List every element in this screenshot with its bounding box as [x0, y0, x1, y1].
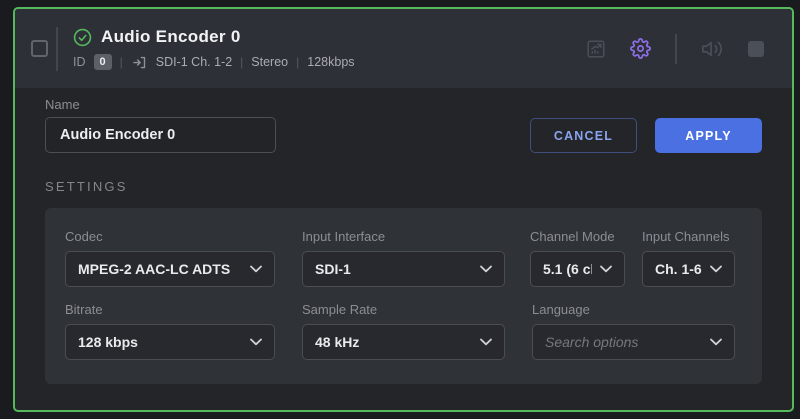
gear-icon[interactable]	[629, 38, 651, 60]
audio-encoder-card: Audio Encoder 0 ID 0 | SDI-1 Ch. 1-2 | S…	[13, 7, 794, 412]
field-sample-rate: Sample Rate 48 kHz	[302, 302, 505, 360]
meta-bitrate: 128kbps	[307, 55, 355, 69]
channel-mode-value: 5.1 (6 ch)	[543, 261, 592, 277]
actions-divider	[675, 33, 677, 64]
encoder-title: Audio Encoder 0	[101, 27, 241, 46]
input-channels-label: Input Channels	[642, 229, 730, 244]
select-checkbox[interactable]	[31, 40, 48, 57]
encoder-body: Name CANCEL APPLY SETTINGS Codec MPEG-2 …	[15, 88, 792, 384]
input-interface-label: Input Interface	[302, 229, 386, 244]
chevron-down-icon	[710, 338, 722, 346]
field-language: Language	[532, 302, 735, 360]
language-search-input[interactable]	[545, 334, 702, 350]
name-input[interactable]	[45, 117, 276, 153]
chevron-down-icon	[710, 265, 722, 273]
channel-mode-select[interactable]: 5.1 (6 ch)	[530, 251, 625, 287]
chart-stats-icon[interactable]	[585, 38, 607, 60]
field-input-channels: Input Channels Ch. 1-6	[642, 229, 735, 287]
title-block: Audio Encoder 0 ID 0 | SDI-1 Ch. 1-2 | S…	[73, 27, 355, 70]
field-codec: Codec MPEG-2 AAC-LC ADTS	[65, 229, 275, 287]
meta-separator: |	[119, 55, 123, 69]
language-select[interactable]	[532, 324, 735, 360]
input-channels-value: Ch. 1-6	[655, 261, 702, 277]
meta-separator: |	[240, 55, 244, 69]
sample-rate-label: Sample Rate	[302, 302, 378, 317]
chevron-down-icon	[600, 265, 612, 273]
language-label: Language	[532, 302, 590, 317]
apply-button[interactable]: APPLY	[655, 118, 762, 153]
header-divider	[56, 26, 58, 71]
sample-rate-select[interactable]: 48 kHz	[302, 324, 505, 360]
field-bitrate: Bitrate 128 kbps	[65, 302, 275, 360]
speaker-icon[interactable]	[701, 38, 723, 60]
input-interface-select[interactable]: SDI-1	[302, 251, 505, 287]
meta-channel-mode: Stereo	[251, 55, 289, 69]
input-interface-value: SDI-1	[315, 261, 351, 277]
name-row: Name CANCEL APPLY	[45, 97, 762, 153]
codec-select[interactable]: MPEG-2 AAC-LC ADTS	[65, 251, 275, 287]
input-source-icon	[132, 55, 147, 70]
settings-panel: Codec MPEG-2 AAC-LC ADTS Input Interface…	[45, 208, 762, 384]
settings-row-1: Codec MPEG-2 AAC-LC ADTS Input Interface…	[65, 229, 742, 287]
form-buttons: CANCEL APPLY	[530, 118, 762, 153]
meta-source: SDI-1 Ch. 1-2	[155, 55, 233, 69]
encoder-header: Audio Encoder 0 ID 0 | SDI-1 Ch. 1-2 | S…	[15, 9, 792, 88]
field-input-interface: Input Interface SDI-1	[302, 229, 505, 287]
id-badge: 0	[93, 54, 112, 70]
check-circle-icon	[73, 28, 92, 47]
codec-label: Codec	[65, 229, 103, 244]
id-label: ID	[73, 55, 86, 69]
settings-heading: SETTINGS	[45, 179, 128, 194]
header-actions	[585, 33, 767, 64]
stop-square-icon[interactable]	[745, 38, 767, 60]
cancel-button[interactable]: CANCEL	[530, 118, 637, 153]
bitrate-select[interactable]: 128 kbps	[65, 324, 275, 360]
settings-row-2: Bitrate 128 kbps Sample Rate 48 kHz Lang…	[65, 302, 742, 360]
meta-separator: |	[296, 55, 300, 69]
channel-mode-label: Channel Mode	[530, 229, 615, 244]
chevron-down-icon	[250, 338, 262, 346]
bitrate-label: Bitrate	[65, 302, 103, 317]
chevron-down-icon	[480, 265, 492, 273]
sample-rate-value: 48 kHz	[315, 334, 360, 350]
bitrate-value: 128 kbps	[78, 334, 138, 350]
chevron-down-icon	[480, 338, 492, 346]
encoder-meta: ID 0 | SDI-1 Ch. 1-2 | Stereo | 128kbps	[73, 54, 355, 70]
field-name: Name	[45, 97, 276, 153]
field-channel-mode: Channel Mode 5.1 (6 ch)	[530, 229, 625, 287]
chevron-down-icon	[250, 265, 262, 273]
name-label: Name	[45, 97, 80, 112]
input-channels-select[interactable]: Ch. 1-6	[642, 251, 735, 287]
codec-value: MPEG-2 AAC-LC ADTS	[78, 261, 231, 277]
